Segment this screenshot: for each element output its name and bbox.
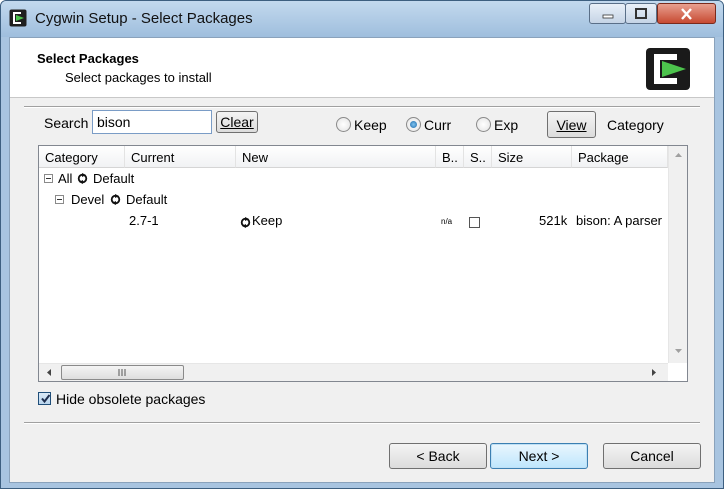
window-title: Cygwin Setup - Select Packages — [35, 10, 253, 27]
maximize-icon — [635, 8, 647, 19]
row-current-version: 2.7-1 — [129, 213, 159, 228]
cygwin-logo-icon — [646, 48, 690, 90]
radio-curr-label[interactable]: Curr — [424, 117, 451, 133]
page-title: Select Packages — [37, 51, 139, 66]
maximize-button[interactable] — [625, 3, 657, 24]
package-list[interactable]: Category Current New B.. S.. Size Packag… — [38, 145, 688, 382]
tree-all-state[interactable]: Default — [93, 171, 134, 186]
dialog-body: Select Packages Select packages to insta… — [9, 37, 715, 483]
col-category[interactable]: Category — [39, 146, 125, 168]
next-button-label: Next > — [518, 448, 560, 464]
view-button-label: View — [556, 116, 587, 133]
cygwin-app-icon — [9, 9, 27, 27]
scroll-left-icon[interactable] — [42, 364, 56, 381]
collapse-devel-icon[interactable] — [55, 195, 64, 204]
title-bar[interactable]: Cygwin Setup - Select Packages — [1, 1, 723, 37]
close-button[interactable] — [657, 3, 716, 24]
tree-all-label[interactable]: All — [58, 171, 72, 186]
horizontal-scroll-thumb[interactable] — [61, 365, 184, 380]
minimize-button[interactable] — [589, 3, 626, 24]
vertical-scrollbar[interactable] — [668, 146, 687, 363]
col-size[interactable]: Size — [492, 146, 572, 168]
scroll-right-icon[interactable] — [647, 364, 661, 381]
row-new-action[interactable]: Keep — [252, 213, 282, 228]
radio-keep[interactable] — [336, 117, 351, 132]
row-src-checkbox[interactable] — [469, 217, 480, 228]
row-bin-na: n/a — [441, 217, 453, 226]
hide-obsolete-checkbox[interactable] — [38, 392, 51, 405]
header-band: Select Packages Select packages to insta… — [10, 38, 714, 98]
cycle-icon[interactable] — [77, 173, 88, 184]
header-divider — [24, 106, 700, 108]
horizontal-scrollbar[interactable] — [39, 363, 668, 381]
radio-curr[interactable] — [406, 117, 421, 132]
col-bin[interactable]: B.. — [436, 146, 464, 168]
close-icon — [681, 7, 692, 20]
search-label: Search — [44, 115, 89, 131]
row-package: bison: A parser — [576, 213, 662, 228]
cancel-button[interactable]: Cancel — [603, 443, 701, 469]
col-package[interactable]: Package — [572, 146, 668, 168]
cycle-icon[interactable] — [240, 217, 251, 228]
next-button[interactable]: Next > — [490, 443, 588, 469]
search-input[interactable] — [92, 110, 212, 134]
cancel-button-label: Cancel — [630, 448, 674, 464]
col-new[interactable]: New — [236, 146, 436, 168]
back-button[interactable]: < Back — [389, 443, 487, 469]
hide-obsolete-label[interactable]: Hide obsolete packages — [56, 391, 205, 407]
col-src[interactable]: S.. — [464, 146, 492, 168]
cycle-icon[interactable] — [110, 194, 121, 205]
footer-divider — [24, 422, 700, 424]
minimize-icon — [602, 14, 613, 18]
back-button-label: < Back — [416, 448, 460, 464]
clear-button-label: Clear — [220, 114, 254, 130]
row-size: 521k — [539, 213, 568, 228]
setup-window: Cygwin Setup - Select Packages Select Pa… — [0, 0, 724, 489]
page-subtitle: Select packages to install — [65, 70, 212, 85]
tree-devel-state[interactable]: Default — [126, 192, 167, 207]
col-current[interactable]: Current — [125, 146, 236, 168]
collapse-all-icon[interactable] — [44, 174, 53, 183]
scroll-up-icon[interactable] — [669, 148, 688, 162]
scroll-down-icon[interactable] — [669, 344, 688, 358]
radio-keep-label[interactable]: Keep — [354, 117, 387, 133]
clear-button[interactable]: Clear — [216, 111, 258, 133]
current-view-label: Category — [607, 117, 664, 133]
grip-icon — [118, 369, 126, 376]
tree-devel-label[interactable]: Devel — [71, 192, 104, 207]
radio-exp-label[interactable]: Exp — [494, 117, 518, 133]
checkmark-icon — [41, 394, 51, 404]
view-button[interactable]: View — [547, 111, 596, 138]
radio-exp[interactable] — [476, 117, 491, 132]
